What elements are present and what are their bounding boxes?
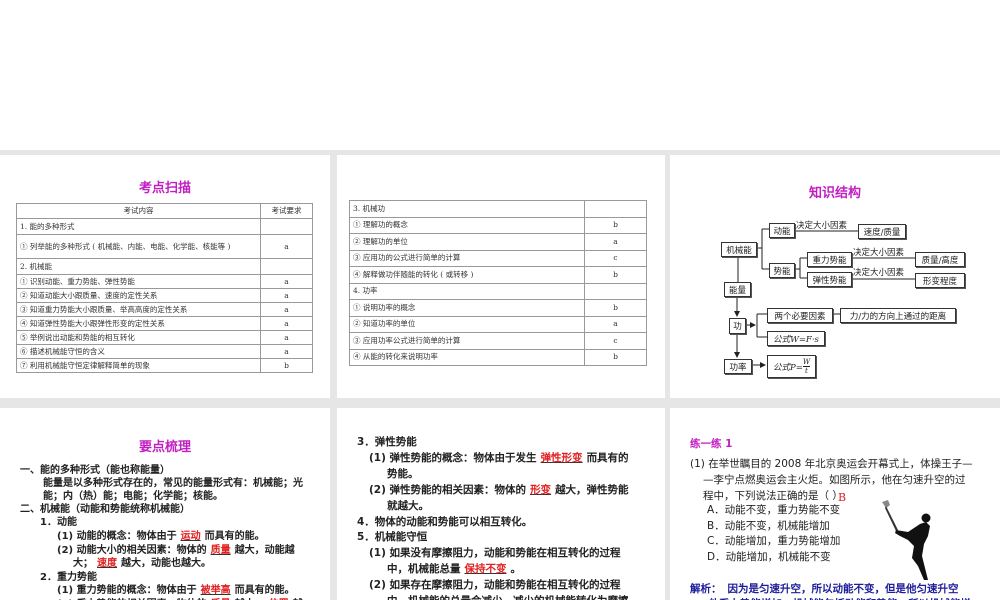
- text-line: 中，机械能的总量会减少，减少的机械能转化为摩擦: [387, 593, 629, 600]
- option-d[interactable]: D．动能增加，机械能不变: [707, 549, 831, 564]
- label-factor: 决定大小因素: [796, 221, 848, 231]
- node-work-formula: 公式W=F·s: [767, 331, 825, 346]
- option-b[interactable]: B．动能不变，机械能增加: [707, 518, 830, 533]
- text-segment: 就越大。: [387, 500, 429, 512]
- node-elastic-pe: 弹性势能: [807, 272, 852, 287]
- text-line: 中，机械能总量 保持不变。: [387, 561, 521, 576]
- node-kinetic-energy: 动能: [769, 223, 795, 238]
- text-line: (2) 如果存在摩擦阻力，动能和势能在相互转化的过程: [369, 577, 621, 592]
- fill-in-answer: 速度: [97, 558, 117, 569]
- question-line: 程中，下列说法正确的是（ ）: [703, 490, 843, 502]
- power-formula-fraction: W t: [802, 358, 811, 375]
- text-segment: 而具有的: [586, 452, 629, 464]
- analysis-line: ，他重力势能增加，机械能包括动能和势能，所以机械能增: [698, 596, 971, 600]
- text-segment: 越大，弹性势能: [555, 484, 629, 496]
- text-segment: 越大，动能也越大。: [121, 558, 211, 569]
- question-line: (1) 在举世瞩目的 2008 年北京奥运会开幕式上，体操王子—: [690, 458, 973, 470]
- text-segment: (1) 如果没有摩擦阻力，动能和势能在相互转化的过程: [369, 547, 621, 559]
- node-work: 功: [729, 318, 746, 334]
- label-factor: 决定大小因素: [853, 248, 905, 258]
- analysis-label: 解析：: [690, 583, 722, 595]
- node-power: 功率: [724, 359, 752, 374]
- text-segment: (2) 如果存在摩擦阻力，动能和势能在相互转化的过程: [369, 579, 621, 591]
- node-force-distance: 力/力的方向上通过的距离: [840, 308, 956, 323]
- text-line: 就越大。: [387, 498, 429, 513]
- node-two-factors: 两个必要因素: [767, 308, 833, 323]
- torch-bearer-silhouette: [882, 500, 931, 580]
- text-segment: 。: [510, 563, 522, 575]
- panel-practice[interactable]: 练一练 1 B (1) 在举世瞩目的 2008 年北京奥运会开幕式上，体操王子—…: [670, 408, 1000, 600]
- text-line: (1) 动能的概念：物体由于 运动 而具有的能。: [57, 527, 265, 542]
- analysis-line: 解析： 因为是匀速升空，所以动能不变，但是他匀速升空: [690, 581, 959, 596]
- node-power-formula: 公式P= W t: [767, 355, 816, 378]
- node-potential-energy: 势能: [769, 263, 795, 278]
- fill-in-answer: 保持不变: [464, 563, 507, 575]
- power-formula-denominator: t: [805, 367, 808, 375]
- text-line: 大； 速度 越大，动能也越大。: [73, 554, 211, 569]
- text-segment: 越大，动能越: [234, 545, 295, 556]
- node-mechanical-energy: 机械能: [721, 242, 757, 257]
- text-line: (1) 重力势能的概念：物体由于 被举高 而具有的能。: [57, 581, 295, 596]
- text-line: (1) 弹性势能的概念：物体由于发生 弹性形变 而具有的: [369, 450, 629, 465]
- fill-in-answer: 弹性形变: [540, 452, 583, 464]
- text-line: 5．机械能守恒: [357, 529, 427, 544]
- panel-key-points[interactable]: 要点梳理 一、能的多种形式（能也称能量） 能量是以多种形式存在的，常见的能量形式有…: [0, 408, 330, 600]
- fill-in-answer: 形变: [530, 484, 552, 496]
- node-energy: 能量: [724, 282, 751, 297]
- text-line: (2) 弹性势能的相关因素：物体的 形变 越大，弹性势能: [369, 482, 629, 497]
- text-segment: 中，机械能总量: [387, 563, 461, 575]
- text-line: 3．弹性势能: [357, 434, 417, 449]
- option-c[interactable]: C．动能增加，重力势能增加: [707, 533, 840, 548]
- text-line: (2) 重力势能的相关因素：物体的质量越大，位置越: [57, 595, 303, 600]
- analysis-text: 因为是匀速升空，所以动能不变，但是他匀速升空: [727, 583, 959, 595]
- text-segment: 势能。: [387, 468, 419, 480]
- node-speed-mass: 速度/质量: [858, 224, 906, 239]
- text-line: 势能。: [387, 466, 419, 481]
- power-formula-numerator: W: [802, 358, 811, 367]
- panel-key-points-2[interactable]: 3．弹性势能 (1) 弹性势能的概念：物体由于发生 弹性形变 而具有的势能。 (2) 弹…: [337, 408, 665, 600]
- node-deformation: 形变程度: [915, 273, 965, 288]
- label-factor: 决定大小因素: [853, 268, 905, 278]
- text-segment: 5．机械能守恒: [357, 531, 428, 543]
- text-line: 1．动能: [40, 513, 77, 528]
- power-formula-prefix: 公式P=: [772, 362, 803, 373]
- option-a[interactable]: A．动能不变，重力势能不变: [707, 502, 840, 517]
- slide-overview: 考点扫描 考试内容 考试要求 1. 能的多种形式 ① 列举能的多种形式 ( 机械能、内…: [0, 0, 1000, 600]
- question-line: —李宁点燃奥运会主火炬。如图所示，他在匀速升空的过: [703, 474, 966, 486]
- practice-title: 练一练 1: [690, 438, 733, 450]
- text-segment: 中，机械能的总量会减少，减少的机械能转化为摩擦: [387, 595, 629, 600]
- text-segment: 4．物体的动能和势能可以相互转化。: [357, 516, 533, 528]
- node-mass-height: 质量/高度: [915, 252, 965, 267]
- text-segment: (2) 弹性势能的相关因素：物体的: [369, 484, 527, 496]
- text-line: (1) 如果没有摩擦阻力，动能和势能在相互转化的过程: [369, 545, 621, 560]
- text-line: 4．物体的动能和势能可以相互转化。: [357, 514, 532, 529]
- panel-title: 要点梳理: [138, 440, 191, 455]
- text-segment: 3．弹性势能: [357, 436, 417, 448]
- text-segment: (1) 弹性势能的概念：物体由于发生: [369, 452, 537, 464]
- node-gravity-pe: 重力势能: [807, 252, 852, 267]
